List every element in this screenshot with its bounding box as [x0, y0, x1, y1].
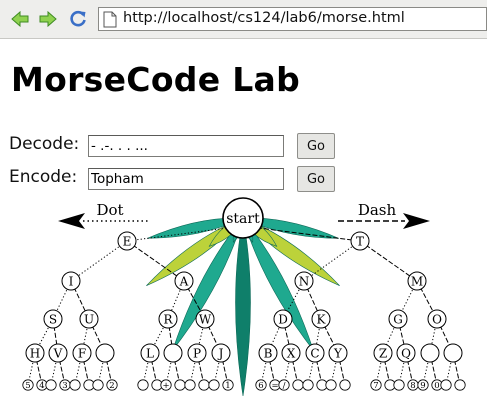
address-bar[interactable]: http://localhost/cs124/lab6/morse.html [98, 7, 487, 31]
reload-icon [70, 10, 86, 27]
start-label: start [226, 211, 260, 227]
mini-node-label: 0 [434, 381, 439, 391]
tree-node-label: Q [401, 347, 411, 361]
back-button[interactable] [10, 9, 30, 29]
mini-node [184, 379, 196, 391]
tree-node-label: X [287, 347, 296, 361]
tree-node [420, 343, 440, 363]
tree-node-label: L [146, 347, 154, 361]
mini-node [325, 379, 337, 391]
document-icon [103, 11, 117, 28]
tree-node-label: M [411, 275, 423, 289]
tree-node-label: R [163, 313, 173, 327]
mini-node-label: 4 [39, 381, 44, 391]
dash-arrowhead-icon [403, 213, 430, 229]
mini-node-label: / [283, 381, 286, 391]
tree-node-label: E [123, 235, 132, 249]
mini-node [208, 379, 220, 391]
mini-node [393, 379, 405, 391]
tree-edge-5 [359, 240, 418, 282]
mini-node-label: 9 [420, 381, 425, 391]
tree-node-label: P [193, 347, 201, 361]
decode-input[interactable] [88, 135, 284, 157]
mini-node-label: 1 [225, 381, 230, 391]
tree-node-label: N [299, 275, 310, 289]
leaf-blade-0 [235, 217, 251, 397]
reload-button[interactable] [68, 9, 88, 29]
morse-tree: start E T I A N M S U R W D K G O H V F L P J B X C Y Z Q 5 4 3 2 +1 6 = /… [0, 190, 487, 400]
tree-node-label: T [356, 235, 364, 249]
mini-node [174, 379, 186, 391]
tree-node-label: O [432, 313, 442, 327]
forward-button[interactable] [38, 9, 58, 29]
tree-edge-2 [70, 240, 128, 282]
mini-node [302, 379, 314, 391]
decode-label: Decode: [9, 134, 80, 154]
tree-node-label: I [69, 275, 74, 289]
mini-node [454, 379, 466, 391]
mini-node [45, 379, 57, 391]
mini-node [440, 379, 452, 391]
decode-go-button[interactable]: Go [297, 133, 335, 159]
url-text: http://localhost/cs124/lab6/morse.html [123, 10, 405, 26]
tree-node [95, 343, 115, 363]
tree-node [163, 343, 183, 363]
tree-node-label: V [53, 347, 63, 361]
morse-tree-diagram: start E T I A N M S U R W D K G O H V F L P J B X C Y Z Q 5 4 3 2 +1 6 = /… [22, 197, 466, 397]
tree-node-label: J [217, 347, 224, 361]
leaf-illustration [146, 217, 340, 397]
dot-label: Dot [96, 201, 123, 219]
forward-arrow-icon [39, 11, 57, 27]
encode-input[interactable] [88, 168, 284, 190]
tree-node-label: D [278, 313, 288, 327]
mini-node-label: 5 [25, 381, 30, 391]
back-arrow-icon [11, 11, 29, 27]
tree-node-label: G [393, 313, 403, 327]
mini-node-label: 6 [258, 381, 263, 391]
mini-node [198, 379, 210, 391]
dash-label: Dash [358, 201, 397, 219]
mini-node-label: 8 [410, 381, 415, 391]
tree-node-label: A [179, 275, 189, 289]
mini-node-label: 3 [62, 381, 67, 391]
tree-node-label: Z [379, 347, 387, 361]
tree-node [443, 343, 463, 363]
page-title: MorseCode Lab [11, 60, 301, 99]
tree-node-label: U [84, 313, 94, 327]
tree-node-label: C [310, 347, 319, 361]
encode-label: Encode: [9, 167, 78, 187]
tree-node-label: K [317, 313, 327, 327]
mini-node-label: + [162, 381, 169, 391]
mini-node [69, 379, 81, 391]
tree-node-label: F [78, 347, 86, 361]
mini-node [92, 379, 104, 391]
dot-arrowhead-icon [58, 213, 85, 229]
browser-toolbar: http://localhost/cs124/lab6/morse.html [0, 0, 487, 39]
mini-node-label: = [271, 381, 278, 391]
mini-node [339, 379, 351, 391]
mini-node [292, 379, 304, 391]
tree-node-label: Y [333, 347, 343, 361]
tree-node-label: W [199, 313, 212, 327]
encode-go-button[interactable]: Go [297, 166, 335, 192]
mini-node [137, 379, 149, 391]
tree-node-label: H [30, 347, 40, 361]
tree-node-label: B [264, 347, 273, 361]
mini-node-label: 2 [109, 381, 114, 391]
mini-node-label: 7 [373, 381, 378, 391]
tree-node-label: S [49, 313, 57, 327]
